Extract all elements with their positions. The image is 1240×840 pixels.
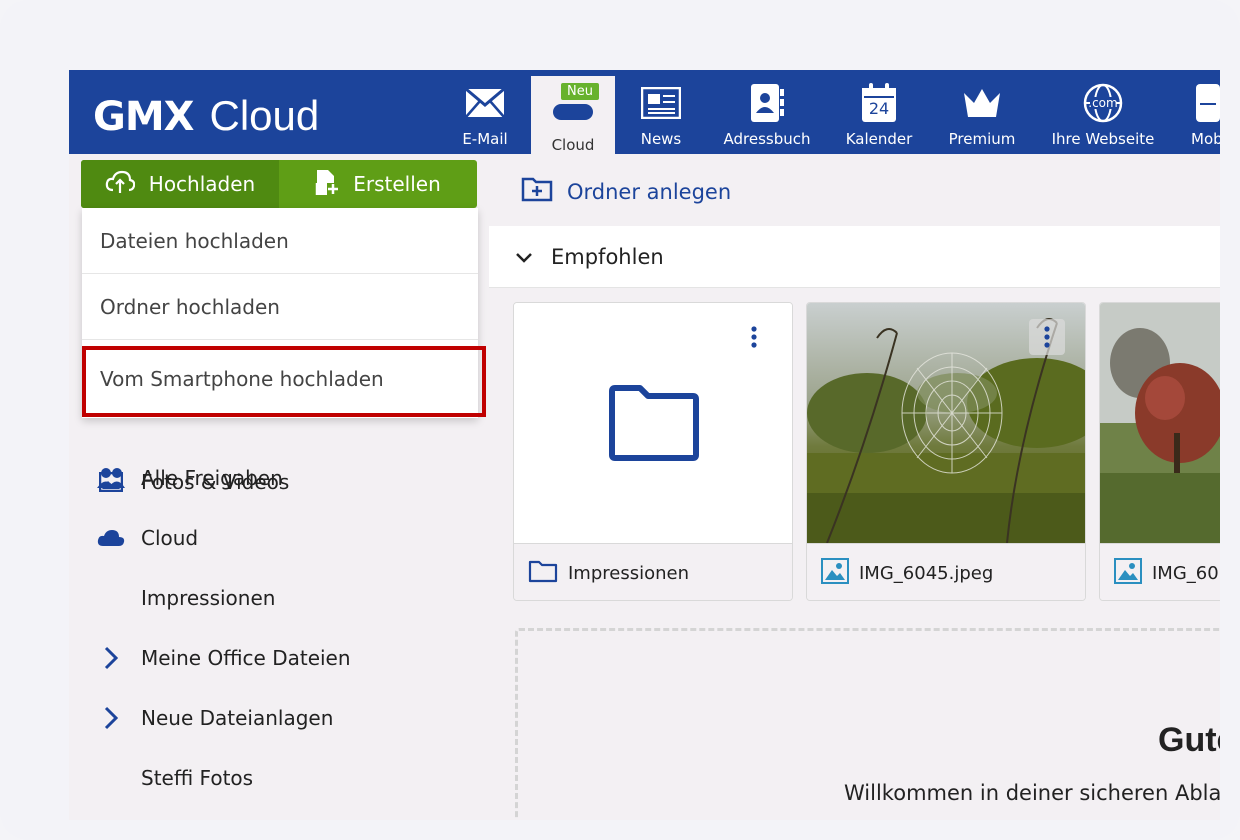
create-button-label: Erstellen bbox=[353, 172, 441, 196]
menu-item-upload-from-smartphone[interactable]: Vom Smartphone hochladen bbox=[82, 340, 478, 418]
sidebar-item-impressionen[interactable]: Impressionen bbox=[141, 586, 275, 610]
sidebar-item-label: Impressionen bbox=[141, 586, 276, 610]
chevron-right-icon[interactable] bbox=[97, 646, 125, 670]
card-file-name: Impressionen bbox=[568, 562, 690, 584]
file-card-image[interactable]: IMG_60 bbox=[1099, 302, 1220, 601]
file-card-folder[interactable]: Impressionen bbox=[513, 302, 793, 601]
sidebar-item-label: Alle Freigaben bbox=[141, 466, 283, 490]
crown-icon bbox=[962, 84, 1002, 122]
gmx-cloud-logo[interactable]: GMX Cloud bbox=[93, 92, 319, 140]
menu-item-label: Vom Smartphone hochladen bbox=[100, 367, 384, 391]
globe-icon: .com bbox=[1083, 83, 1123, 123]
main-content: Ordner anlegen Empfohlen Impressionen IM… bbox=[489, 154, 1220, 820]
logo-brand: GMX bbox=[93, 94, 194, 140]
sidebar-item-cloud[interactable]: Cloud bbox=[97, 526, 198, 550]
new-folder-label: Ordner anlegen bbox=[567, 179, 732, 204]
nav-email-label: E-Mail bbox=[462, 130, 508, 148]
nav-email[interactable]: E-Mail bbox=[455, 70, 515, 154]
card-footer: IMG_6045.jpeg bbox=[807, 543, 1085, 600]
cloud-icon bbox=[553, 96, 593, 128]
chevron-right-icon[interactable] bbox=[97, 706, 125, 730]
welcome-text: Willkommen in deiner sicheren Abla bbox=[844, 781, 1220, 805]
mobile-icon bbox=[1185, 84, 1220, 122]
sidebar-item-label: Cloud bbox=[141, 526, 199, 550]
menu-item-upload-folder[interactable]: Ordner hochladen bbox=[82, 274, 478, 340]
people-icon bbox=[97, 467, 125, 489]
top-navigation-bar: GMX Cloud E-Mail Neu Cloud News Adressbu… bbox=[69, 70, 1220, 154]
more-options-icon[interactable] bbox=[736, 319, 772, 355]
card-footer: Impressionen bbox=[514, 543, 792, 600]
newspaper-icon bbox=[641, 84, 681, 122]
mail-icon bbox=[465, 84, 505, 122]
nav-address-book-label: Adressbuch bbox=[723, 130, 811, 148]
nav-website-label: Ihre Webseite bbox=[1051, 130, 1155, 148]
file-card-image[interactable]: IMG_6045.jpeg bbox=[806, 302, 1086, 601]
create-button[interactable]: Erstellen bbox=[279, 160, 477, 208]
action-button-bar: Hochladen Erstellen bbox=[81, 160, 477, 208]
welcome-title: Gute bbox=[1158, 721, 1220, 759]
recommended-section-header[interactable]: Empfohlen bbox=[489, 226, 1220, 288]
nav-mobile-label: Mob bbox=[1191, 130, 1220, 148]
more-options-icon[interactable] bbox=[1029, 319, 1065, 355]
sidebar-item-new-attachments[interactable]: Neue Dateianlagen bbox=[97, 706, 333, 730]
nav-premium[interactable]: Premium bbox=[941, 70, 1023, 154]
menu-item-label: Ordner hochladen bbox=[100, 294, 280, 319]
sidebar-item-office-files[interactable]: Meine Office Dateien bbox=[97, 646, 351, 670]
cloud-icon bbox=[97, 529, 125, 547]
folder-icon bbox=[528, 559, 558, 588]
sidebar-item-all-shares[interactable]: Alle Freigaben bbox=[97, 466, 283, 490]
welcome-dropzone[interactable]: Gute Willkommen in deiner sicheren Abla bbox=[515, 628, 1220, 820]
new-badge: Neu bbox=[561, 83, 599, 100]
nav-website[interactable]: .com Ihre Webseite bbox=[1045, 70, 1161, 154]
menu-item-label: Dateien hochladen bbox=[100, 228, 289, 253]
nav-news[interactable]: News bbox=[631, 70, 691, 154]
address-book-icon bbox=[750, 84, 784, 122]
cloud-upload-icon bbox=[105, 170, 136, 199]
upload-button-label: Hochladen bbox=[148, 172, 256, 196]
nav-cloud[interactable]: Neu Cloud bbox=[531, 76, 615, 154]
chevron-down-icon bbox=[515, 245, 533, 269]
sidebar-item-label: Steffi Fotos bbox=[141, 766, 254, 790]
calendar-day: 24 bbox=[868, 99, 890, 118]
nav-news-label: News bbox=[640, 130, 682, 148]
card-file-name: IMG_60 bbox=[1152, 562, 1219, 584]
gmx-cloud-app: GMX Cloud E-Mail Neu Cloud News Adressbu… bbox=[69, 70, 1220, 820]
image-file-icon bbox=[1114, 557, 1142, 589]
trees-photo-thumbnail bbox=[1100, 303, 1220, 543]
sidebar-item-steffi-fotos[interactable]: Steffi Fotos bbox=[141, 766, 253, 790]
sidebar-item-label: Neue Dateianlagen bbox=[141, 706, 334, 730]
card-footer: IMG_60 bbox=[1100, 543, 1220, 600]
nav-address-book[interactable]: Adressbuch bbox=[717, 70, 817, 154]
calendar-icon: 24 bbox=[861, 83, 897, 122]
upload-dropdown-menu: Dateien hochladen Ordner hochladen Vom S… bbox=[82, 208, 478, 418]
nav-premium-label: Premium bbox=[948, 130, 1016, 148]
logo-product: Cloud bbox=[209, 92, 320, 139]
nav-mobile[interactable]: Mob bbox=[1185, 70, 1220, 154]
nav-calendar[interactable]: 24 Kalender bbox=[839, 70, 919, 154]
sidebar-item-label: Meine Office Dateien bbox=[141, 646, 351, 670]
nav-cloud-label: Cloud bbox=[551, 136, 595, 154]
menu-item-upload-files[interactable]: Dateien hochladen bbox=[82, 208, 478, 274]
globe-com-text: .com bbox=[1088, 96, 1118, 110]
folder-plus-icon bbox=[521, 176, 553, 207]
new-folder-button[interactable]: Ordner anlegen bbox=[521, 176, 731, 207]
upload-button[interactable]: Hochladen bbox=[81, 160, 279, 208]
new-file-icon bbox=[315, 169, 339, 200]
nav-calendar-label: Kalender bbox=[845, 130, 913, 148]
image-file-icon bbox=[821, 557, 849, 589]
card-file-name: IMG_6045.jpeg bbox=[859, 562, 994, 584]
section-title: Empfohlen bbox=[551, 244, 664, 269]
